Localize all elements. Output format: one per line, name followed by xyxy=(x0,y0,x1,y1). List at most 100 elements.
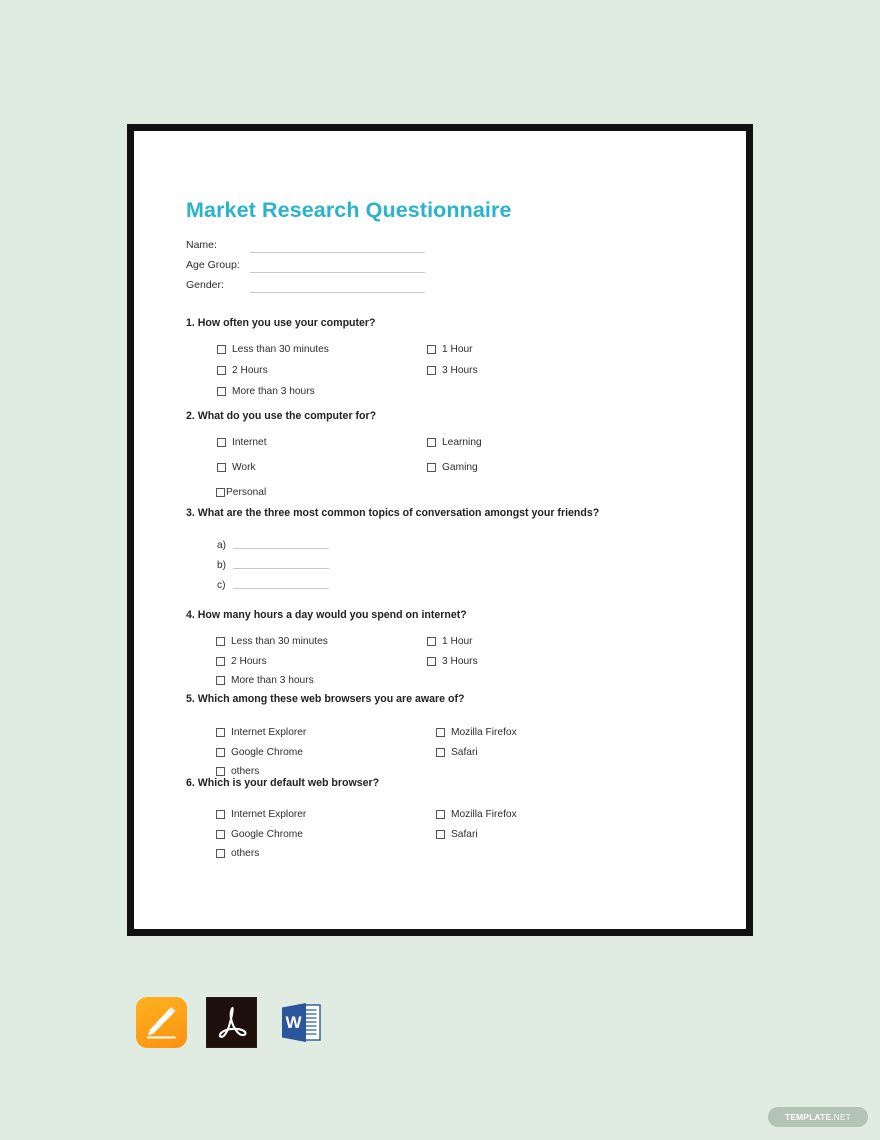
checkbox-icon[interactable] xyxy=(427,366,436,375)
option-label: Google Chrome xyxy=(231,747,303,758)
checkbox-icon[interactable] xyxy=(427,345,436,354)
field-row-name: Name: xyxy=(186,239,486,259)
option-label: 1 Hour xyxy=(442,636,473,647)
option-label: 2 Hours xyxy=(231,656,267,667)
option-label: More than 3 hours xyxy=(232,386,315,397)
option-label: Learning xyxy=(442,437,482,448)
checkbox-icon[interactable] xyxy=(217,345,226,354)
option-label: 3 Hours xyxy=(442,365,478,376)
question-2-text: 2. What do you use the computer for? xyxy=(186,410,377,422)
question-2: 2. What do you use the computer for? Int… xyxy=(186,410,482,498)
q6-option-internet-explorer[interactable]: Internet Explorer xyxy=(216,809,306,820)
fill-input-a[interactable] xyxy=(233,548,329,549)
option-label: others xyxy=(231,766,260,777)
q1-option-less-than-30-minutes[interactable]: Less than 30 minutes xyxy=(217,344,329,355)
checkbox-icon[interactable] xyxy=(217,463,226,472)
q6-option-mozilla-firefox[interactable]: Mozilla Firefox xyxy=(436,809,517,820)
q3-answer-row-b: b) xyxy=(217,560,329,571)
checkbox-icon[interactable] xyxy=(217,366,226,375)
question-5: 5. Which among these web browsers you ar… xyxy=(186,693,517,777)
field-label-gender: Gender: xyxy=(186,279,224,291)
format-icon-bar: W xyxy=(136,997,327,1048)
document-page: Market Research Questionnaire Name: Age … xyxy=(127,124,753,936)
q1-option-3-hours[interactable]: 3 Hours xyxy=(427,365,478,376)
microsoft-word-icon[interactable]: W xyxy=(276,997,327,1048)
q1-option-1-hour[interactable]: 1 Hour xyxy=(427,344,473,355)
q4-option-less-than-30-minutes[interactable]: Less than 30 minutes xyxy=(216,636,328,647)
option-label: Less than 30 minutes xyxy=(231,636,328,647)
checkbox-icon[interactable] xyxy=(216,849,225,858)
question-1: 1. How often you use your computer? Less… xyxy=(186,317,478,400)
q2-option-internet[interactable]: Internet xyxy=(217,437,267,448)
option-label: Less than 30 minutes xyxy=(232,344,329,355)
q6-option-others[interactable]: others xyxy=(216,848,259,859)
checkbox-icon[interactable] xyxy=(217,387,226,396)
checkbox-icon[interactable] xyxy=(216,767,225,776)
option-label: Personal xyxy=(226,487,267,498)
question-4-text: 4. How many hours a day would you spend … xyxy=(186,609,467,621)
q5-option-google-chrome[interactable]: Google Chrome xyxy=(216,747,303,758)
checkbox-icon[interactable] xyxy=(436,810,445,819)
q4-option-more-than-3-hours[interactable]: More than 3 hours xyxy=(216,675,314,686)
q4-option-3-hours[interactable]: 3 Hours xyxy=(427,656,478,667)
checkbox-icon[interactable] xyxy=(427,657,436,666)
checkbox-icon[interactable] xyxy=(216,488,225,497)
option-label: 1 Hour xyxy=(442,344,473,355)
checkbox-icon[interactable] xyxy=(427,438,436,447)
q5-option-safari[interactable]: Safari xyxy=(436,747,478,758)
q4-option-2-hours[interactable]: 2 Hours xyxy=(216,656,267,667)
option-label: Mozilla Firefox xyxy=(451,727,517,738)
fill-letter: a) xyxy=(217,540,227,551)
option-label: others xyxy=(231,848,260,859)
fill-letter: b) xyxy=(217,560,227,571)
q5-option-internet-explorer[interactable]: Internet Explorer xyxy=(216,727,306,738)
question-4: 4. How many hours a day would you spend … xyxy=(186,609,478,688)
question-6-text: 6. Which is your default web browser? xyxy=(186,777,380,789)
q4-option-1-hour[interactable]: 1 Hour xyxy=(427,636,473,647)
checkbox-icon[interactable] xyxy=(217,438,226,447)
q2-option-gaming[interactable]: Gaming xyxy=(427,462,478,473)
option-label: 2 Hours xyxy=(232,365,268,376)
option-label: Mozilla Firefox xyxy=(451,809,517,820)
field-input-age-group[interactable] xyxy=(250,272,425,273)
field-row-age-group: Age Group: xyxy=(186,259,486,279)
checkbox-icon[interactable] xyxy=(436,728,445,737)
field-input-name[interactable] xyxy=(250,252,425,253)
checkbox-icon[interactable] xyxy=(216,748,225,757)
q6-option-safari[interactable]: Safari xyxy=(436,829,478,840)
checkbox-icon[interactable] xyxy=(216,657,225,666)
checkbox-icon[interactable] xyxy=(216,810,225,819)
q2-option-learning[interactable]: Learning xyxy=(427,437,482,448)
checkbox-icon[interactable] xyxy=(216,637,225,646)
option-label: Safari xyxy=(451,747,478,758)
option-label: Google Chrome xyxy=(231,829,303,840)
q1-option-more-than-3-hours[interactable]: More than 3 hours xyxy=(217,386,315,397)
q2-option-personal[interactable]: Personal xyxy=(216,487,266,498)
checkbox-icon[interactable] xyxy=(216,676,225,685)
checkbox-icon[interactable] xyxy=(216,830,225,839)
q2-option-work[interactable]: Work xyxy=(217,462,256,473)
field-label-name: Name: xyxy=(186,239,217,251)
q6-option-google-chrome[interactable]: Google Chrome xyxy=(216,829,303,840)
field-row-gender: Gender: xyxy=(186,279,486,299)
checkbox-icon[interactable] xyxy=(216,728,225,737)
q5-option-mozilla-firefox[interactable]: Mozilla Firefox xyxy=(436,727,517,738)
option-label: Internet Explorer xyxy=(231,809,307,820)
q1-option-2-hours[interactable]: 2 Hours xyxy=(217,365,268,376)
q5-option-others[interactable]: others xyxy=(216,766,259,777)
q3-answer-row-c: c) xyxy=(217,580,329,591)
fill-input-b[interactable] xyxy=(233,568,329,569)
checkbox-icon[interactable] xyxy=(436,830,445,839)
fill-input-c[interactable] xyxy=(233,588,329,589)
question-5-text: 5. Which among these web browsers you ar… xyxy=(186,693,465,705)
question-6: 6. Which is your default web browser? In… xyxy=(186,777,517,859)
checkbox-icon[interactable] xyxy=(427,637,436,646)
apple-pages-icon[interactable] xyxy=(136,997,187,1048)
checkbox-icon[interactable] xyxy=(427,463,436,472)
q3-answer-row-a: a) xyxy=(217,540,329,551)
checkbox-icon[interactable] xyxy=(436,748,445,757)
option-label: 3 Hours xyxy=(442,656,478,667)
field-input-gender[interactable] xyxy=(250,292,425,293)
adobe-pdf-icon[interactable] xyxy=(206,997,257,1048)
svg-text:W: W xyxy=(285,1013,302,1032)
